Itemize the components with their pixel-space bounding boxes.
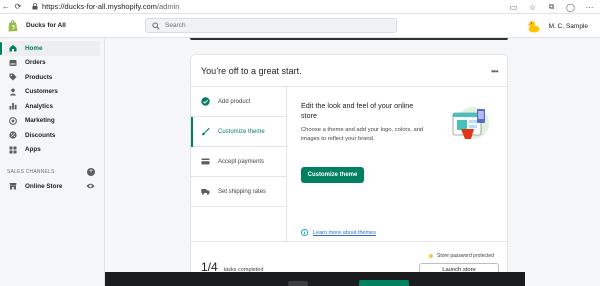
step-set-shipping-rates[interactable]: Set shipping rates: [191, 177, 286, 207]
setup-guide-card: You’re off to a great start. ••• Add pro…: [190, 54, 508, 286]
setup-steps-list: Add product Customize theme Accept payme…: [191, 87, 287, 241]
sidebar-item-marketing[interactable]: Marketing: [0, 114, 104, 129]
store-icon: [9, 182, 17, 190]
sidebar-item-label: Apps: [25, 146, 41, 154]
collections-icon[interactable]: ⧉: [547, 2, 556, 12]
customize-theme-button[interactable]: Customize theme: [301, 167, 364, 183]
admin-header: Ducks for All Search M. C. Sample: [0, 14, 600, 38]
step-accept-payments[interactable]: Accept payments: [191, 147, 286, 177]
sales-channels-header: SALES CHANNELS +: [0, 165, 104, 179]
eye-icon[interactable]: [86, 182, 95, 190]
search-placeholder: Search: [165, 22, 186, 29]
banner-button[interactable]: [359, 280, 409, 286]
sidebar-item-customers[interactable]: Customers: [0, 85, 104, 100]
user-name: M. C. Sample: [548, 22, 588, 30]
reading-mode-icon[interactable]: ▭: [509, 3, 518, 12]
detail-description: Choose a theme and add your logo, colors…: [301, 127, 424, 142]
sidebar-item-home[interactable]: Home: [0, 41, 100, 56]
password-status-text: Store password protected: [437, 253, 494, 259]
lock-icon[interactable]: [30, 0, 40, 14]
orders-icon: [9, 59, 17, 67]
browser-actions: ▭ ☆ ⧉ ◯ ⋯: [509, 0, 594, 14]
sidebar-item-label: Home: [25, 44, 43, 52]
more-icon[interactable]: ⋯: [585, 3, 594, 12]
sidebar-item-label: Marketing: [25, 117, 55, 125]
banner-text: [288, 281, 308, 286]
check-circle-icon: [201, 97, 210, 106]
step-detail-panel: Edit the look and feel of your online st…: [287, 87, 507, 241]
target-icon: [9, 116, 17, 125]
learn-more-link[interactable]: Learn more about themes: [301, 229, 376, 236]
password-status: Store password protected: [429, 253, 494, 259]
top-edge-bar: [190, 38, 508, 40]
url-domain: ducks-for-all.myshopify.com: [64, 2, 157, 11]
shopify-bag-icon: [8, 19, 18, 32]
step-label: Accept payments: [218, 158, 265, 165]
step-label: Set shipping rates: [218, 188, 267, 195]
refresh-icon[interactable]: ⟳: [12, 0, 24, 14]
step-add-product[interactable]: Add product: [191, 87, 286, 117]
more-actions-icon[interactable]: •••: [491, 67, 498, 76]
discount-icon: [9, 131, 17, 139]
search-icon: [152, 21, 160, 30]
sidebar-item-orders[interactable]: Orders: [0, 56, 104, 71]
truck-icon: [201, 187, 210, 196]
user-menu[interactable]: M. C. Sample: [527, 17, 588, 35]
sidebar-item-apps[interactable]: Apps: [0, 143, 104, 158]
home-icon: [9, 44, 17, 52]
sidebar-item-label: Discounts: [25, 131, 56, 139]
sidebar-item-label: Products: [25, 73, 53, 81]
add-channel-plus-icon[interactable]: +: [87, 168, 95, 176]
avatar: [527, 19, 541, 33]
payment-icon: [201, 157, 210, 166]
profile-icon[interactable]: ◯: [566, 3, 575, 12]
sidebar-item-label: Online Store: [25, 182, 63, 190]
back-arrow-icon[interactable]: ←: [0, 0, 12, 14]
card-title: You’re off to a great start.: [201, 66, 302, 76]
sidebar-item-online-store[interactable]: Online Store: [0, 179, 104, 193]
search-input[interactable]: Search: [145, 18, 397, 33]
favorites-star-icon[interactable]: ☆: [528, 3, 537, 12]
sidebar-item-label: Customers: [25, 88, 58, 96]
sidebar-item-label: Analytics: [25, 102, 53, 110]
divider: [191, 241, 507, 242]
step-label: Add product: [218, 98, 251, 105]
url-path: /admin: [156, 2, 180, 11]
bar-chart-icon: [9, 102, 17, 110]
sidebar-item-discounts[interactable]: Discounts: [0, 128, 104, 143]
store-name[interactable]: Ducks for All: [26, 22, 66, 29]
detail-title: Edit the look and feel of your online st…: [301, 101, 414, 120]
sales-channels-label: SALES CHANNELS: [7, 169, 55, 175]
url-prefix: https://: [42, 2, 65, 11]
theme-illustration-icon: [447, 103, 491, 147]
tag-icon: [9, 73, 17, 81]
sidebar-nav: Home Orders Products Customers Analytics: [0, 38, 105, 286]
learn-more-text: Learn more about themes: [313, 229, 376, 236]
step-label: Customize theme: [218, 128, 265, 135]
brush-icon: [201, 127, 210, 136]
nav-group: Home Orders Products Customers Analytics: [0, 41, 104, 157]
sidebar-item-analytics[interactable]: Analytics: [0, 99, 104, 114]
main-content: You’re off to a great start. ••• Add pro…: [105, 38, 600, 286]
person-icon: [9, 88, 17, 96]
apps-icon: [9, 146, 17, 154]
status-dot-icon: [429, 254, 433, 258]
bottom-banner: [105, 272, 525, 286]
browser-toolbar: ← ⟳ https://ducks-for-all.myshopify.com/…: [0, 0, 600, 14]
address-bar[interactable]: https://ducks-for-all.myshopify.com/admi…: [42, 2, 179, 11]
step-customize-theme[interactable]: Customize theme: [191, 117, 286, 147]
sidebar-item-label: Orders: [25, 59, 46, 67]
sidebar-item-products[interactable]: Products: [0, 70, 104, 85]
info-icon: [301, 229, 308, 236]
